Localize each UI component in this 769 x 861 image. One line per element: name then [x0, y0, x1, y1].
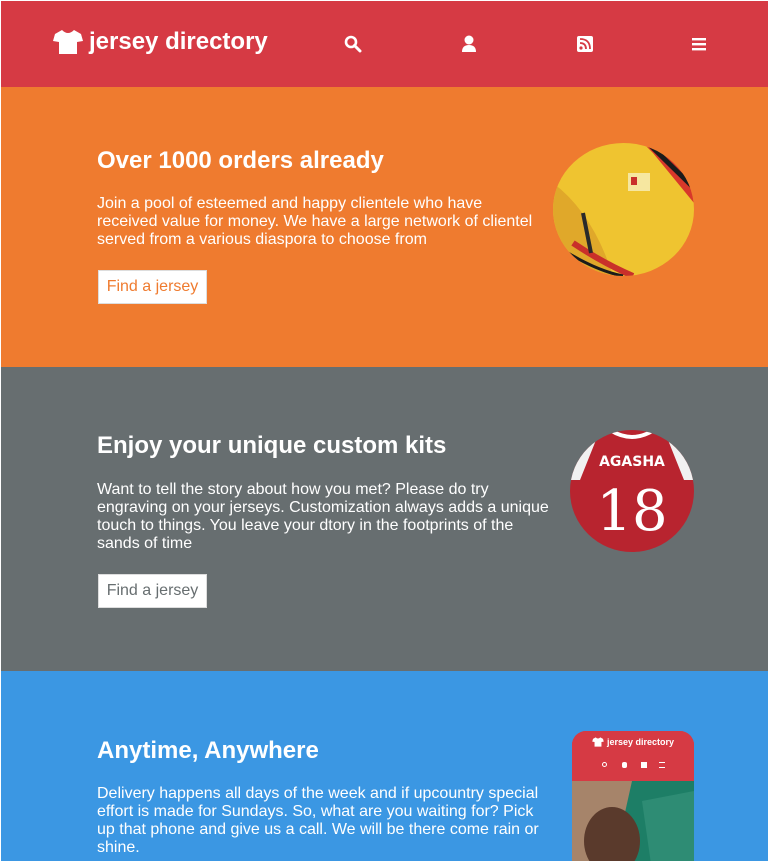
section-title: Anytime, Anywhere: [97, 737, 319, 764]
delivery-section: Anytime, Anywhere Delivery happens all d…: [1, 671, 768, 861]
jersey-number-print: 18: [596, 479, 667, 544]
find-jersey-button[interactable]: Find a jersey: [98, 574, 207, 608]
jersey-name-print: AGASHA: [599, 454, 665, 470]
phone-hero-image: [572, 781, 694, 861]
custom-jersey-photo: AGASHA 18: [570, 430, 694, 552]
find-jersey-button[interactable]: Find a jersey: [98, 270, 207, 304]
mobile-app-preview: jersey directory: [572, 731, 694, 861]
section-title: Over 1000 orders already: [97, 147, 384, 174]
custom-kits-section: Enjoy your unique custom kits Want to te…: [1, 367, 768, 671]
section-body: Delivery happens all days of the week an…: [97, 785, 539, 856]
user-icon: [622, 762, 627, 768]
phone-brand: jersey directory: [607, 737, 675, 747]
section-body: Join a pool of esteemed and happy client…: [97, 195, 533, 248]
section-body: Want to tell the story about how you met…: [97, 481, 549, 552]
orders-section: Over 1000 orders already Join a pool of …: [1, 87, 768, 367]
rss-icon: [641, 762, 647, 768]
menu-icon: [659, 762, 665, 768]
tshirt-icon: [592, 737, 604, 747]
tshirt-icon: [53, 30, 83, 54]
search-icon: [602, 762, 607, 767]
navbar: jersey directory: [1, 1, 768, 87]
brand-logo[interactable]: jersey directory: [53, 28, 268, 56]
yellow-jersey-photo: [553, 143, 694, 276]
section-title: Enjoy your unique custom kits: [97, 432, 447, 459]
brand-name: jersey directory: [89, 28, 268, 55]
user-icon[interactable]: [460, 35, 478, 53]
menu-icon[interactable]: [690, 35, 708, 53]
search-icon[interactable]: [344, 35, 362, 53]
phone-header: jersey directory: [572, 731, 694, 779]
rss-icon[interactable]: [576, 35, 594, 53]
